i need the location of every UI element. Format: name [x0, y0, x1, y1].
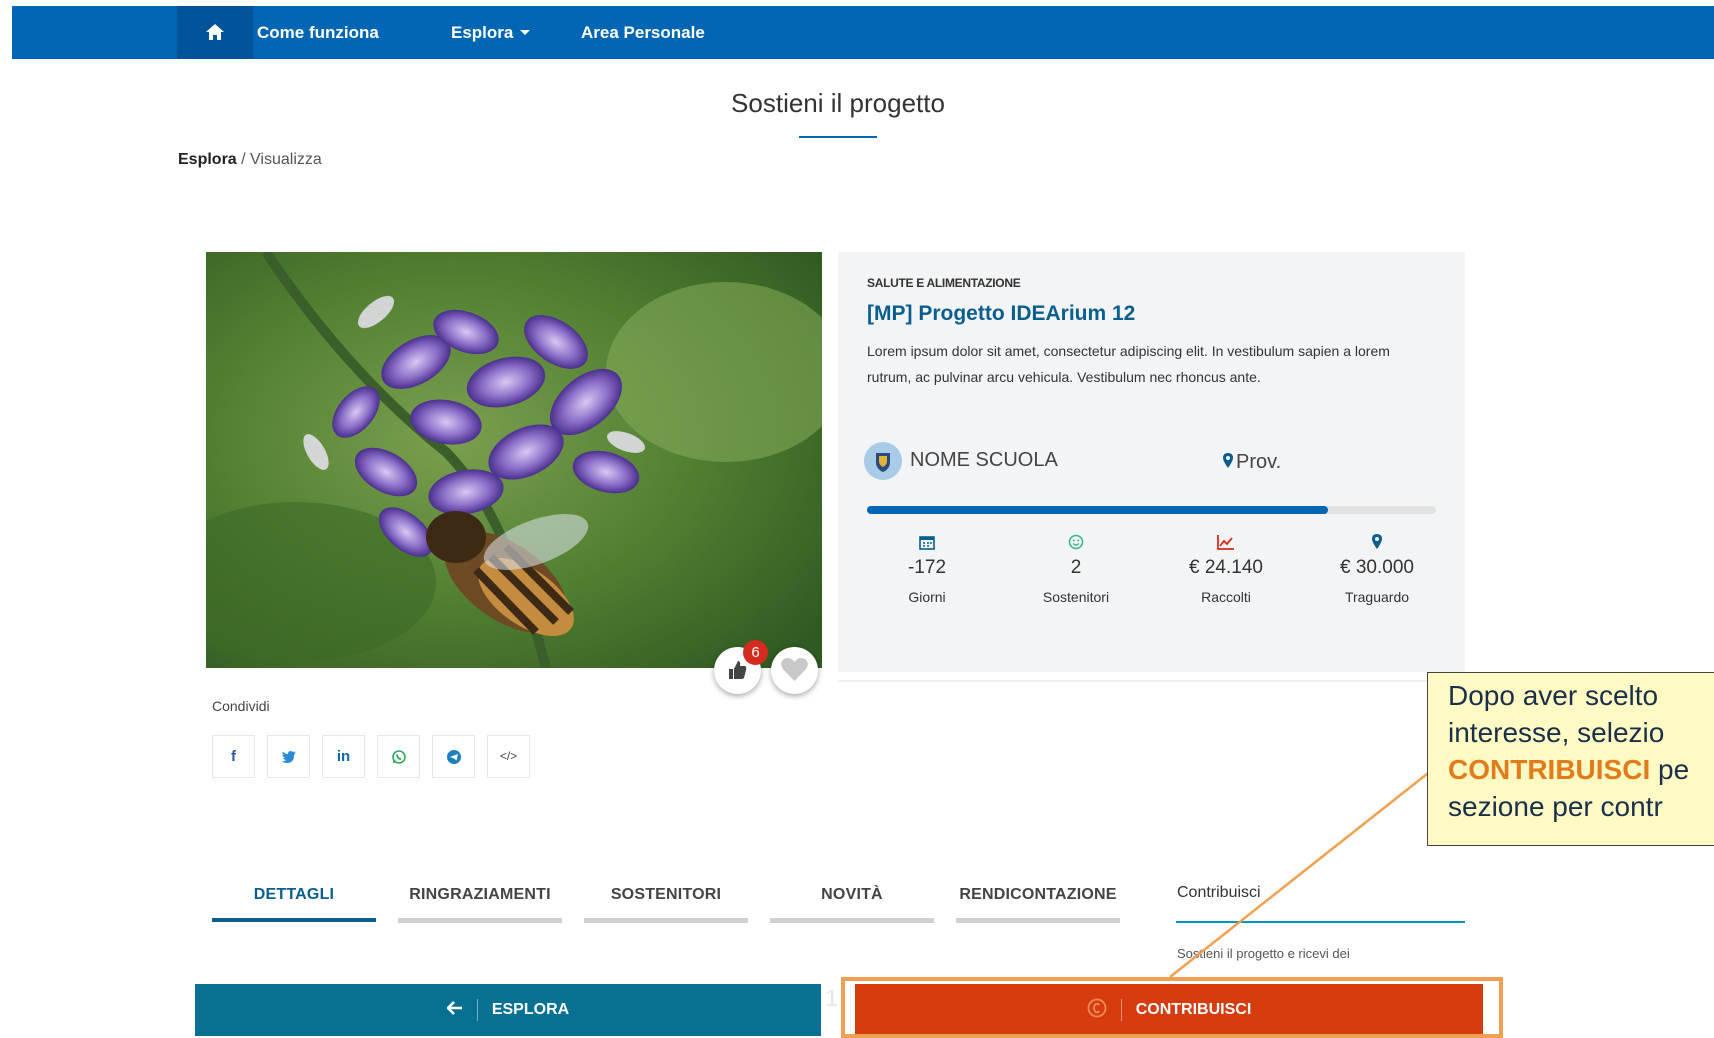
stat-value: 2	[1070, 557, 1082, 578]
favorite-button[interactable]	[771, 647, 818, 694]
project-image	[206, 252, 822, 668]
tab-dettagli-underline	[212, 918, 376, 922]
stat-value: -172	[907, 557, 947, 578]
share-facebook-button[interactable]: f	[212, 735, 255, 778]
linkedin-icon: in	[336, 748, 351, 765]
callout-line-3-rest: pe	[1650, 754, 1690, 785]
tab-dettagli[interactable]: DETTAGLI	[212, 886, 376, 904]
callout-line-1: Dopo aver scelto	[1448, 680, 1659, 711]
arrow-left-icon	[445, 1001, 462, 1016]
stat-raccolti: € 24.140 Raccolti	[1151, 534, 1301, 605]
school-logo	[864, 442, 902, 480]
highlight-box	[841, 977, 1503, 1038]
tab-ringraziamenti-underline	[398, 918, 562, 923]
stat-giorni: -172 Giorni	[852, 534, 1002, 605]
breadcrumb-esplora[interactable]: Esplora	[178, 151, 237, 168]
like-count-badge: 6	[743, 640, 768, 665]
share-linkedin-button[interactable]: in	[322, 735, 365, 778]
callout-line-3: CONTRIBUISCI pe	[1448, 751, 1714, 788]
esplora-button[interactable]: ESPLORA	[195, 984, 821, 1036]
smiley-icon	[1068, 534, 1084, 550]
calendar-icon	[919, 536, 935, 550]
tab-novita-underline	[770, 918, 934, 923]
esplora-button-label: ESPLORA	[491, 1001, 570, 1018]
stat-label: Sostenitori	[1042, 589, 1110, 605]
ghost-text: 1	[825, 985, 839, 1012]
contribute-panel-divider	[1176, 921, 1465, 923]
tab-rendicontazione[interactable]: RENDICONTAZIONE	[956, 886, 1120, 904]
breadcrumb-separator: /	[236, 151, 251, 168]
contribute-panel-title: Contribuisci	[1177, 884, 1261, 901]
nav-come-funziona[interactable]: Come funziona	[257, 6, 379, 59]
stat-value: € 30.000	[1340, 557, 1414, 578]
stat-label: Giorni	[908, 589, 946, 605]
project-description: Lorem ipsum dolor sit amet, consectetur …	[867, 343, 1390, 385]
home-icon	[206, 23, 224, 40]
facebook-icon: f	[231, 748, 236, 765]
twitter-icon	[281, 751, 296, 764]
stat-sostenitori: 2 Sostenitori	[1001, 534, 1151, 605]
stat-label: Traguardo	[1344, 589, 1410, 605]
school-name: NOME SCUOLA	[910, 449, 1058, 471]
chart-icon	[1217, 535, 1234, 550]
province-label: Prov.	[1236, 451, 1282, 473]
page: Come funziona Esplora Area Personale Sos…	[0, 0, 1714, 1038]
share-twitter-button[interactable]	[267, 735, 310, 778]
share-label: Condividi	[212, 698, 270, 714]
nav-area-personale[interactable]: Area Personale	[581, 6, 705, 59]
school-shield-icon	[876, 453, 890, 472]
tab-sostenitori[interactable]: SOSTENITORI	[584, 886, 748, 904]
breadcrumb-current: Visualizza	[250, 151, 322, 168]
funding-progress-fill	[867, 506, 1328, 514]
stat-traguardo: € 30.000 Traguardo	[1302, 534, 1452, 605]
nav-home[interactable]	[177, 6, 253, 59]
page-title: Sostieni il progetto	[731, 88, 945, 118]
map-marker-icon	[1372, 534, 1382, 549]
whatsapp-icon	[391, 750, 406, 764]
top-navbar: Come funziona Esplora Area Personale	[12, 6, 1714, 59]
nav-esplora[interactable]: Esplora	[451, 6, 531, 59]
tab-rendicontazione-underline	[956, 918, 1120, 923]
callout-keyword: CONTRIBUISCI	[1448, 754, 1651, 785]
card-divider	[838, 680, 1465, 682]
embed-code-icon: </>	[499, 749, 518, 763]
stat-label: Raccolti	[1201, 589, 1251, 605]
heart-icon	[781, 658, 808, 681]
project-category: SALUTE E ALIMENTAZIONE	[867, 276, 1021, 290]
callout-line-2: interesse, selezio	[1448, 717, 1665, 748]
share-whatsapp-button[interactable]	[377, 735, 420, 778]
tab-ringraziamenti[interactable]: RINGRAZIAMENTI	[398, 886, 562, 904]
tutorial-callout: Dopo aver scelto interesse, selezio CONT…	[1427, 672, 1714, 846]
nav-esplora-label: Esplora	[451, 23, 514, 42]
title-underline	[799, 136, 877, 138]
breadcrumb: Esplora / Visualizza	[178, 151, 322, 169]
stat-value: € 24.140	[1189, 557, 1263, 578]
button-separator	[476, 998, 478, 1021]
funding-progress-bar	[867, 506, 1436, 514]
project-title[interactable]: [MP] Progetto IDEArium 12	[867, 302, 1135, 326]
share-embed-button[interactable]: </>	[487, 735, 530, 778]
tab-novita[interactable]: NOVITÀ	[770, 886, 934, 904]
chevron-down-icon	[520, 29, 531, 35]
callout-line-4: sezione per contr	[1448, 791, 1663, 822]
share-telegram-button[interactable]	[432, 735, 475, 778]
province: Prov.	[1222, 451, 1281, 474]
tab-sostenitori-underline	[584, 918, 748, 923]
telegram-icon	[446, 750, 461, 765]
map-marker-icon	[1223, 453, 1233, 468]
